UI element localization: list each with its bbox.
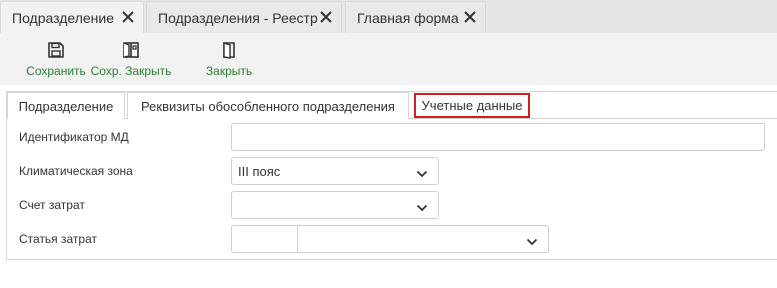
climate-zone-value: III пояс: [238, 164, 281, 179]
md-id-label: Идентификатор МД: [19, 130, 129, 144]
document-tabs-bar: Подразделение Подразделения - Реестр Гла…: [0, 0, 777, 33]
tab-accounting-data[interactable]: Учетные данные: [414, 93, 530, 118]
chevron-down-icon: [416, 167, 428, 178]
close-icon[interactable]: [121, 10, 135, 24]
close-button-label: Закрыть: [205, 64, 253, 78]
doc-tab-label: Подразделения - Реестр: [158, 9, 318, 26]
doc-tab-main-form[interactable]: Главная форма: [345, 1, 486, 33]
save-close-icon: [121, 40, 141, 60]
close-button[interactable]: Закрыть: [200, 40, 258, 80]
climate-zone-select[interactable]: III пояс: [231, 157, 439, 185]
field-divider: [297, 226, 298, 252]
tab-label: Учетные данные: [421, 98, 523, 113]
form-panel: Подразделение Реквизиты обособленного по…: [6, 91, 777, 260]
cost-account-select[interactable]: [231, 191, 439, 219]
cost-item-label: Статья затрат: [19, 232, 98, 246]
doc-tab-label: Подразделение: [12, 9, 115, 26]
save-close-button-label: Сохр. Закрыть: [90, 64, 172, 78]
doc-tab-label: Главная форма: [357, 9, 459, 26]
climate-zone-label: Климатическая зона: [19, 164, 133, 178]
close-icon[interactable]: [463, 10, 477, 24]
floppy-disk-icon: [46, 40, 66, 60]
doc-tab-subdivisions-registry[interactable]: Подразделения - Реестр: [146, 1, 342, 33]
toolbar: Сохранить Сохр. Закрыть Закрыть: [0, 33, 777, 85]
chevron-down-icon: [526, 235, 538, 246]
tab-subdivision[interactable]: Подразделение: [7, 92, 125, 119]
save-close-button[interactable]: Сохр. Закрыть: [76, 40, 186, 80]
cost-item-select[interactable]: [231, 225, 549, 253]
tab-separate-subdivision-details[interactable]: Реквизиты обособленного подразделения: [127, 92, 409, 119]
tab-label: Реквизиты обособленного подразделения: [141, 98, 395, 114]
tab-label: Подразделение: [18, 98, 114, 114]
door-icon: [219, 40, 239, 60]
close-icon[interactable]: [319, 10, 333, 24]
doc-tab-subdivision[interactable]: Подразделение: [0, 1, 144, 33]
md-id-input[interactable]: [231, 123, 765, 151]
cost-account-label: Счет затрат: [19, 198, 85, 212]
chevron-down-icon: [416, 201, 428, 212]
form-tabs: Подразделение Реквизиты обособленного по…: [7, 92, 777, 119]
